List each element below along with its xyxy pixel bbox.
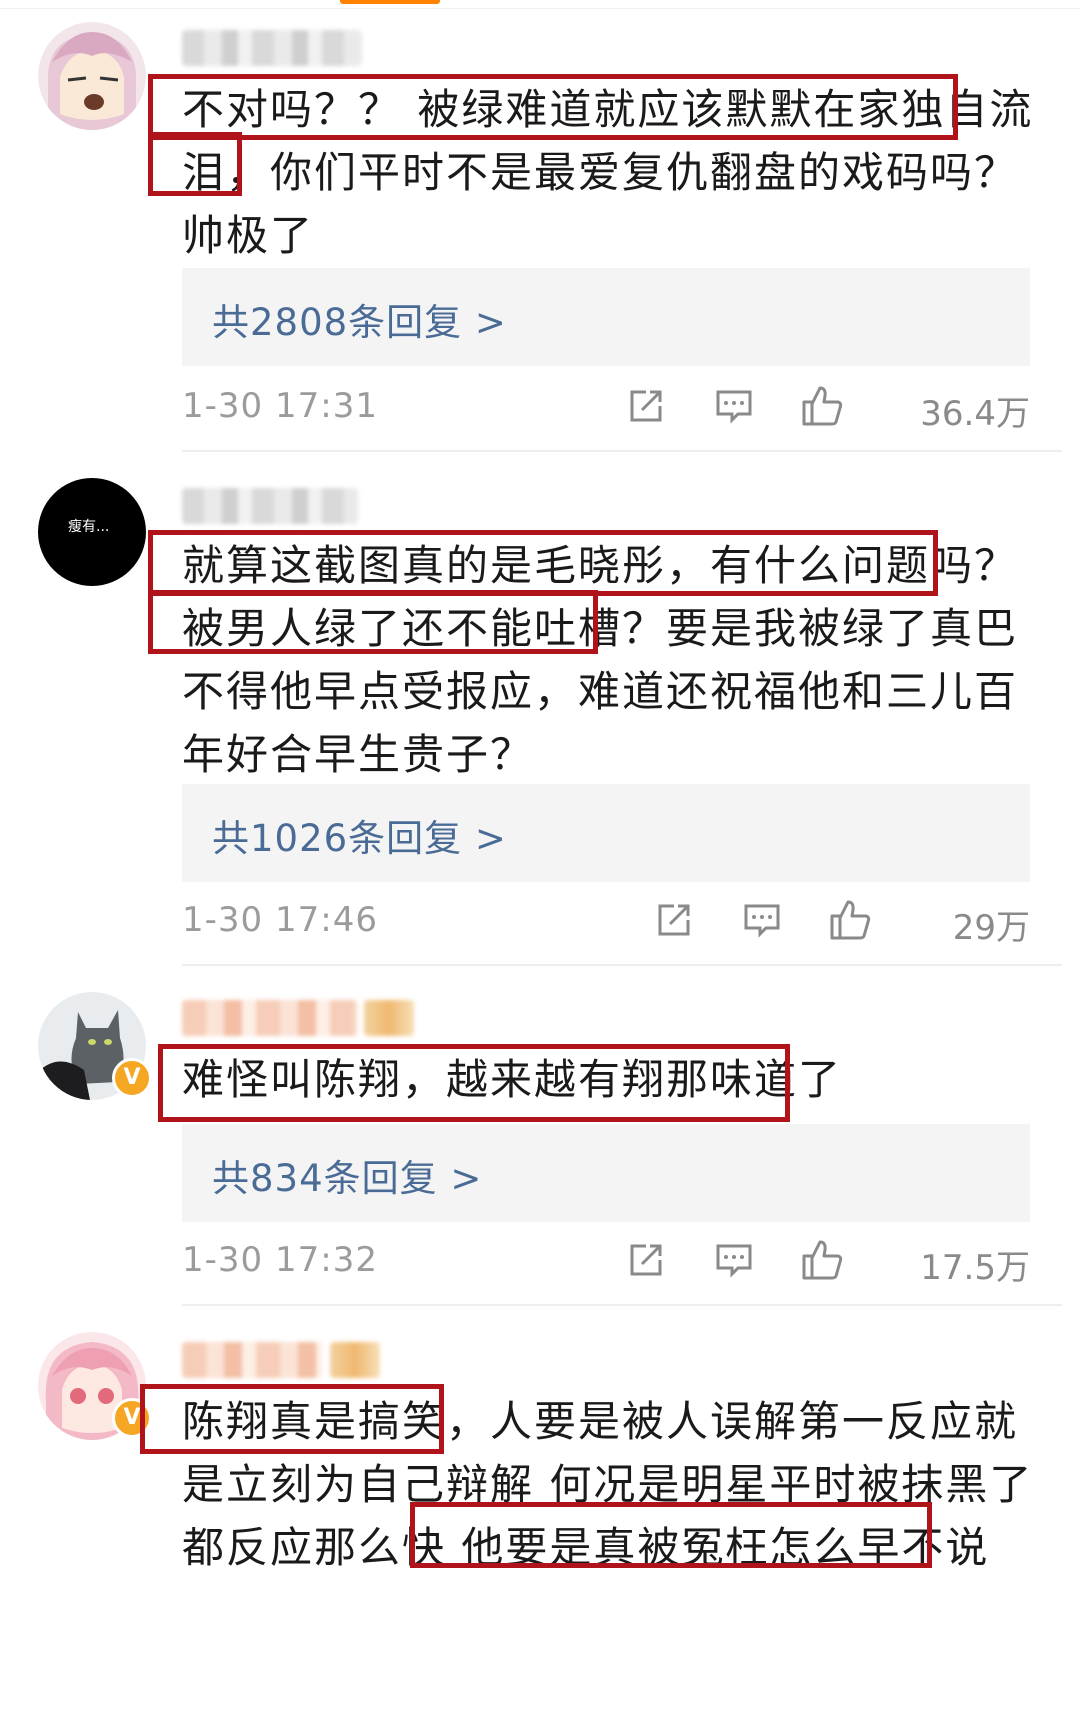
divider bbox=[182, 964, 1062, 966]
comment-icon[interactable] bbox=[738, 896, 786, 944]
comment-text: 不对吗？？ 被绿难道就应该默默在家独自流 泪，你们平时不是最爱复仇翻盘的戏码吗？… bbox=[182, 78, 1034, 267]
comment-icon[interactable] bbox=[710, 1236, 758, 1284]
like-icon[interactable] bbox=[798, 382, 846, 430]
comment-line: 就算这截图真的是毛晓彤，有什么问题吗？ bbox=[182, 541, 1019, 590]
nickname-blurred[interactable] bbox=[182, 1000, 358, 1036]
black-text-avatar-icon[interactable]: 瘦有... bbox=[38, 478, 146, 586]
top-edge bbox=[0, 0, 1080, 12]
like-count: 29万 bbox=[952, 908, 1030, 948]
reply-count-link[interactable]: 共834条回复 > bbox=[212, 1148, 482, 1202]
share-icon[interactable] bbox=[650, 896, 698, 944]
comment-meta: 1-30 17:31 36.4万 bbox=[182, 382, 1030, 434]
timestamp: 1-30 17:32 bbox=[182, 1240, 378, 1280]
reply-summary[interactable]: 共1026条回复 > bbox=[182, 784, 1030, 882]
active-tab-indicator bbox=[340, 0, 440, 4]
reply-summary[interactable]: 共2808条回复 > bbox=[182, 268, 1030, 366]
reply-count-link[interactable]: 共2808条回复 > bbox=[212, 292, 507, 346]
reply-count-link[interactable]: 共1026条回复 > bbox=[212, 808, 507, 862]
comment-line: 被男人绿了还不能吐槽？要是我被绿了真巴 bbox=[182, 604, 1019, 653]
comment-line: 不对吗？？ 被绿难道就应该默默在家独自流 bbox=[182, 85, 1034, 134]
nickname-blurred[interactable] bbox=[182, 1342, 322, 1378]
comment-line: 都反应那么快 他要是真被冤枉怎么早不说 bbox=[182, 1523, 990, 1572]
user-badge-blurred bbox=[330, 1342, 380, 1378]
avatar-text: 瘦有... bbox=[68, 519, 110, 535]
comment-line: 帅极了 bbox=[182, 211, 315, 260]
comment-line: 年好合早生贵子？ bbox=[182, 730, 535, 779]
like-count: 17.5万 bbox=[920, 1248, 1030, 1288]
anime-avatar-icon[interactable] bbox=[38, 22, 146, 130]
comment-icon[interactable] bbox=[710, 382, 758, 430]
comment-line: 是立刻为自己辩解 何况是明星平时被抹黑了 bbox=[182, 1460, 1034, 1509]
comment-text: 陈翔真是搞笑，人要是被人误解第一反应就 是立刻为自己辩解 何况是明星平时被抹黑了… bbox=[182, 1390, 1034, 1579]
reply-summary[interactable]: 共834条回复 > bbox=[182, 1124, 1030, 1222]
comment-meta: 1-30 17:46 29万 bbox=[182, 896, 1030, 948]
divider bbox=[182, 450, 1062, 452]
like-icon[interactable] bbox=[798, 1236, 846, 1284]
like-count: 36.4万 bbox=[920, 394, 1030, 434]
timestamp: 1-30 17:31 bbox=[182, 386, 378, 426]
comment-line: 泪，你们平时不是最爱复仇翻盘的戏码吗？ bbox=[182, 148, 1019, 197]
comment-text: 难怪叫陈翔，越来越有翔那味道了 bbox=[182, 1048, 1022, 1111]
share-icon[interactable] bbox=[622, 382, 670, 430]
comment-line: 不得他早点受报应，难道还祝福他和三儿百 bbox=[182, 667, 1019, 716]
comment-meta: 1-30 17:32 17.5万 bbox=[182, 1236, 1030, 1288]
share-icon[interactable] bbox=[622, 1236, 670, 1284]
verified-badge: V bbox=[112, 1058, 152, 1098]
nickname-blurred[interactable] bbox=[182, 488, 358, 524]
timestamp: 1-30 17:46 bbox=[182, 900, 378, 940]
like-icon[interactable] bbox=[826, 896, 874, 944]
verified-badge: V bbox=[112, 1398, 152, 1438]
divider bbox=[0, 8, 1080, 9]
divider bbox=[182, 1304, 1062, 1306]
user-badge-blurred bbox=[364, 1000, 414, 1036]
comment-text: 就算这截图真的是毛晓彤，有什么问题吗？ 被男人绿了还不能吐槽？要是我被绿了真巴 … bbox=[182, 534, 1022, 786]
nickname-blurred[interactable] bbox=[182, 30, 362, 66]
comment-line: 难怪叫陈翔，越来越有翔那味道了 bbox=[182, 1055, 843, 1104]
comment-line: 陈翔真是搞笑，人要是被人误解第一反应就 bbox=[182, 1397, 1019, 1446]
